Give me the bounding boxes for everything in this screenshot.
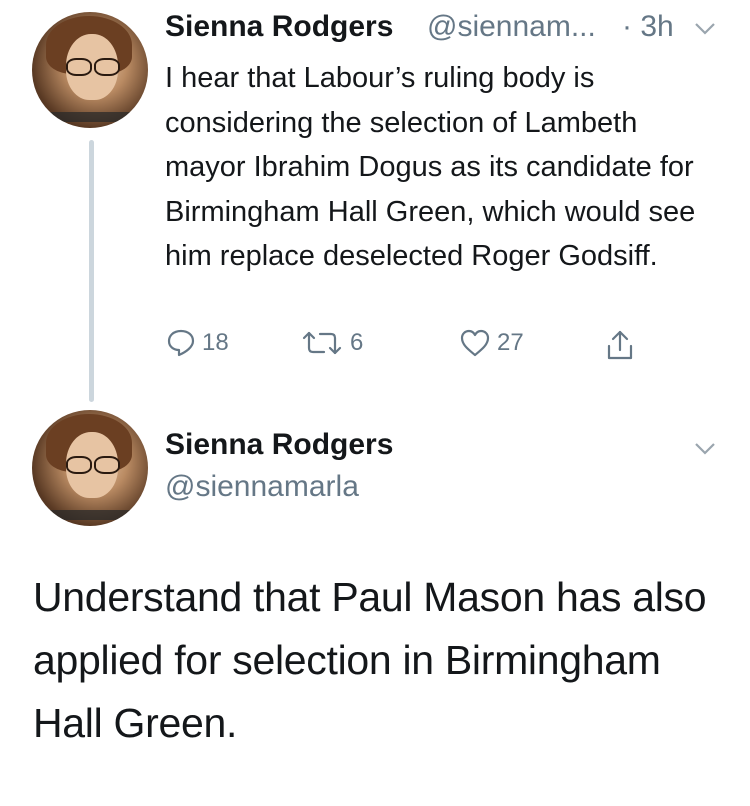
share-button[interactable]	[605, 328, 635, 362]
retweet-button[interactable]: 6	[300, 328, 363, 358]
avatar-glasses	[62, 58, 122, 76]
retweet-count: 6	[350, 329, 364, 356]
author-name[interactable]: Sienna Rodgers	[165, 428, 393, 462]
thread-line	[89, 140, 94, 402]
avatar-bar	[32, 112, 148, 122]
author-handle[interactable]: @siennam...	[427, 10, 596, 44]
share-icon	[607, 330, 633, 360]
retweet-icon	[302, 331, 342, 355]
reply-icon	[167, 329, 195, 357]
like-button[interactable]: 27	[459, 328, 524, 358]
tweet-text: I hear that Labour’s ruling body is cons…	[165, 62, 696, 272]
author-handle[interactable]: @siennamarla	[165, 470, 359, 504]
avatar[interactable]	[32, 12, 148, 128]
avatar-bar	[32, 510, 148, 520]
like-count: 27	[497, 329, 524, 356]
reply-button[interactable]: 18	[166, 328, 229, 358]
author-name[interactable]: Sienna Rodgers	[165, 10, 393, 44]
like-icon	[460, 329, 490, 357]
reply-count: 18	[202, 329, 229, 356]
avatar-glasses	[62, 456, 122, 474]
timestamp[interactable]: · 3h	[622, 10, 674, 44]
chevron-down-icon[interactable]	[694, 22, 716, 36]
tweet-text: Understand that Paul Mason has also appl…	[33, 574, 707, 746]
chevron-down-icon[interactable]	[694, 442, 716, 456]
avatar[interactable]	[32, 410, 148, 526]
